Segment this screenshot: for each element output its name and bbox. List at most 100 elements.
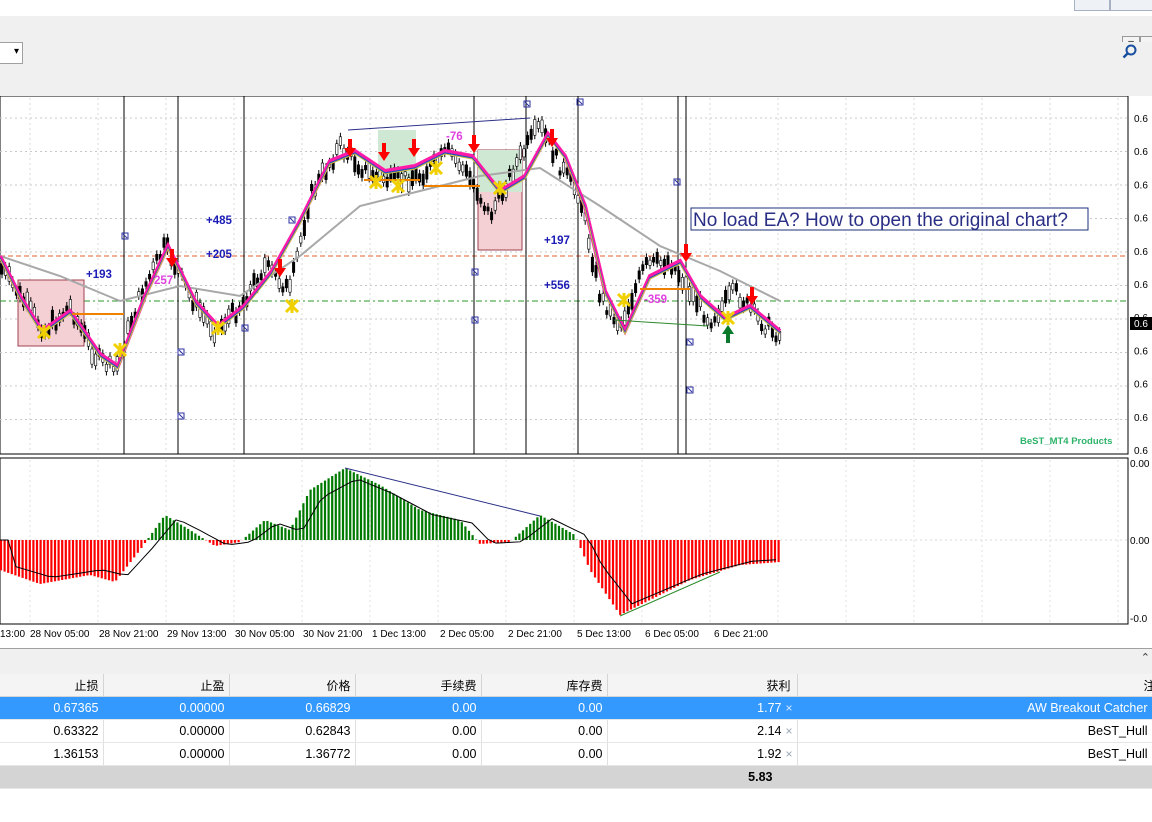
trade-label: -76 — [446, 131, 463, 143]
candle — [684, 276, 688, 290]
col-header-tp[interactable]: 止盈 — [103, 674, 230, 697]
candle — [302, 220, 306, 237]
histogram-bar — [579, 540, 582, 549]
candle — [641, 264, 645, 271]
histogram-bar — [248, 533, 251, 540]
histogram-bar — [705, 540, 708, 576]
oscillator-panel[interactable] — [0, 457, 1129, 625]
candle — [554, 148, 558, 156]
time-axis-label: 2 Dec 21:00 — [508, 629, 562, 640]
col-header-profit[interactable]: 获利 — [607, 674, 798, 697]
close-order-icon[interactable]: × — [785, 701, 792, 715]
cell-profit: 1.92 × — [607, 742, 798, 766]
histogram-bar — [158, 522, 161, 540]
cell-tp: 0.00000 — [103, 719, 230, 743]
candle — [637, 270, 641, 280]
table-row[interactable]: 1.36153 0.00000 1.36772 0.00 0.00 1.92 × … — [0, 742, 1152, 766]
histogram-bar — [277, 525, 280, 540]
col-header-swap[interactable]: 库存费 — [481, 674, 608, 697]
terminal-minimize-icon[interactable]: ⌃ — [1141, 651, 1150, 664]
col-header-comment[interactable]: 注 — [797, 674, 1152, 697]
total-profit: 5.83 — [607, 765, 798, 789]
histogram-bar — [147, 537, 150, 540]
profit-value: 1.77 — [757, 701, 782, 715]
candle — [576, 195, 580, 204]
col-header-price[interactable]: 价格 — [229, 674, 356, 697]
candle — [364, 165, 368, 171]
histogram-bar — [338, 471, 341, 540]
histogram-bar — [323, 480, 327, 540]
chart-window[interactable]: 0.6 0.6 0.6 0.6 0.6 0.6 0.6 0.6 0.6 0.6 0.6 0.00 0.… — [0, 95, 1152, 648]
histogram-bar — [759, 540, 762, 564]
histogram-bar — [39, 540, 42, 584]
candle — [536, 121, 540, 129]
histogram-bar — [518, 533, 521, 540]
candle — [634, 283, 638, 294]
histogram-bar — [424, 511, 427, 540]
histogram-bar — [179, 524, 183, 540]
histogram-bar — [316, 485, 319, 540]
notice-text[interactable]: No load EA? How to open the original cha… — [693, 210, 1068, 231]
window-close-button[interactable] — [1110, 0, 1152, 11]
trade-label: -359 — [644, 294, 667, 306]
histogram-bar — [165, 515, 168, 540]
terminal-header: ⌃ — [0, 648, 1152, 675]
search-icon[interactable] — [1122, 44, 1138, 60]
histogram-bar — [777, 540, 780, 563]
time-axis-label: 29 Nov 13:00 — [167, 629, 227, 640]
timeframe-dropdown[interactable]: ▾ — [0, 42, 23, 64]
histogram-bar — [327, 478, 330, 540]
close-order-icon[interactable]: × — [785, 747, 792, 761]
col-header-commission[interactable]: 手续费 — [355, 674, 482, 697]
histogram-bar — [622, 540, 625, 614]
candle — [403, 171, 407, 177]
histogram-bar — [107, 540, 111, 581]
histogram-bar — [21, 540, 24, 578]
candle — [356, 164, 360, 175]
table-row[interactable]: 0.67365 0.00000 0.66829 0.00 0.00 1.77 × … — [0, 696, 1152, 720]
histogram-bar — [417, 509, 420, 540]
histogram-bar — [237, 540, 240, 543]
table-row[interactable]: 0.63322 0.00000 0.62843 0.00 0.00 2.14 × … — [0, 719, 1152, 743]
histogram-bar — [143, 540, 147, 543]
histogram-bar — [125, 540, 129, 567]
histogram-bar — [536, 517, 539, 540]
histogram-bar — [550, 521, 553, 540]
histogram-bar — [352, 472, 355, 540]
cell-sl: 0.63322 — [0, 719, 104, 743]
candle — [734, 283, 738, 292]
histogram-bar — [680, 540, 683, 585]
candle — [353, 156, 357, 173]
histogram-bar — [259, 524, 262, 540]
current-price-tag: 0.6 — [1134, 319, 1148, 330]
histogram-bar — [413, 506, 417, 540]
candle — [630, 292, 634, 310]
histogram-bar — [86, 540, 89, 576]
histogram-bar — [395, 495, 399, 540]
candle — [526, 135, 530, 146]
histogram-bar — [64, 540, 67, 580]
cell-profit: 2.14 × — [607, 719, 798, 743]
candle — [414, 168, 418, 180]
histogram-bar — [694, 540, 697, 579]
total-row: 5.83 — [0, 765, 1152, 789]
histogram-bar — [187, 528, 190, 540]
histogram-bar — [500, 540, 503, 543]
cell-commission: 0.00 — [355, 696, 482, 720]
col-header-sl[interactable]: 止损 — [0, 674, 104, 697]
histogram-bar — [673, 540, 676, 588]
histogram-bar — [741, 540, 744, 565]
candle — [360, 169, 364, 178]
histogram-bar — [593, 540, 597, 578]
window-minimize-button[interactable] — [1074, 0, 1110, 11]
close-order-icon[interactable]: × — [785, 724, 792, 738]
cell-tp: 0.00000 — [103, 742, 230, 766]
histogram-bar — [0, 540, 3, 571]
candle — [479, 197, 483, 204]
histogram-bar — [698, 540, 701, 578]
histogram-bar — [532, 520, 535, 540]
histogram-bar — [467, 530, 471, 540]
time-axis-label: 28 Nov 05:00 — [30, 629, 90, 640]
histogram-bar — [755, 540, 759, 564]
time-axis-label: 30 Nov 05:00 — [235, 629, 295, 640]
